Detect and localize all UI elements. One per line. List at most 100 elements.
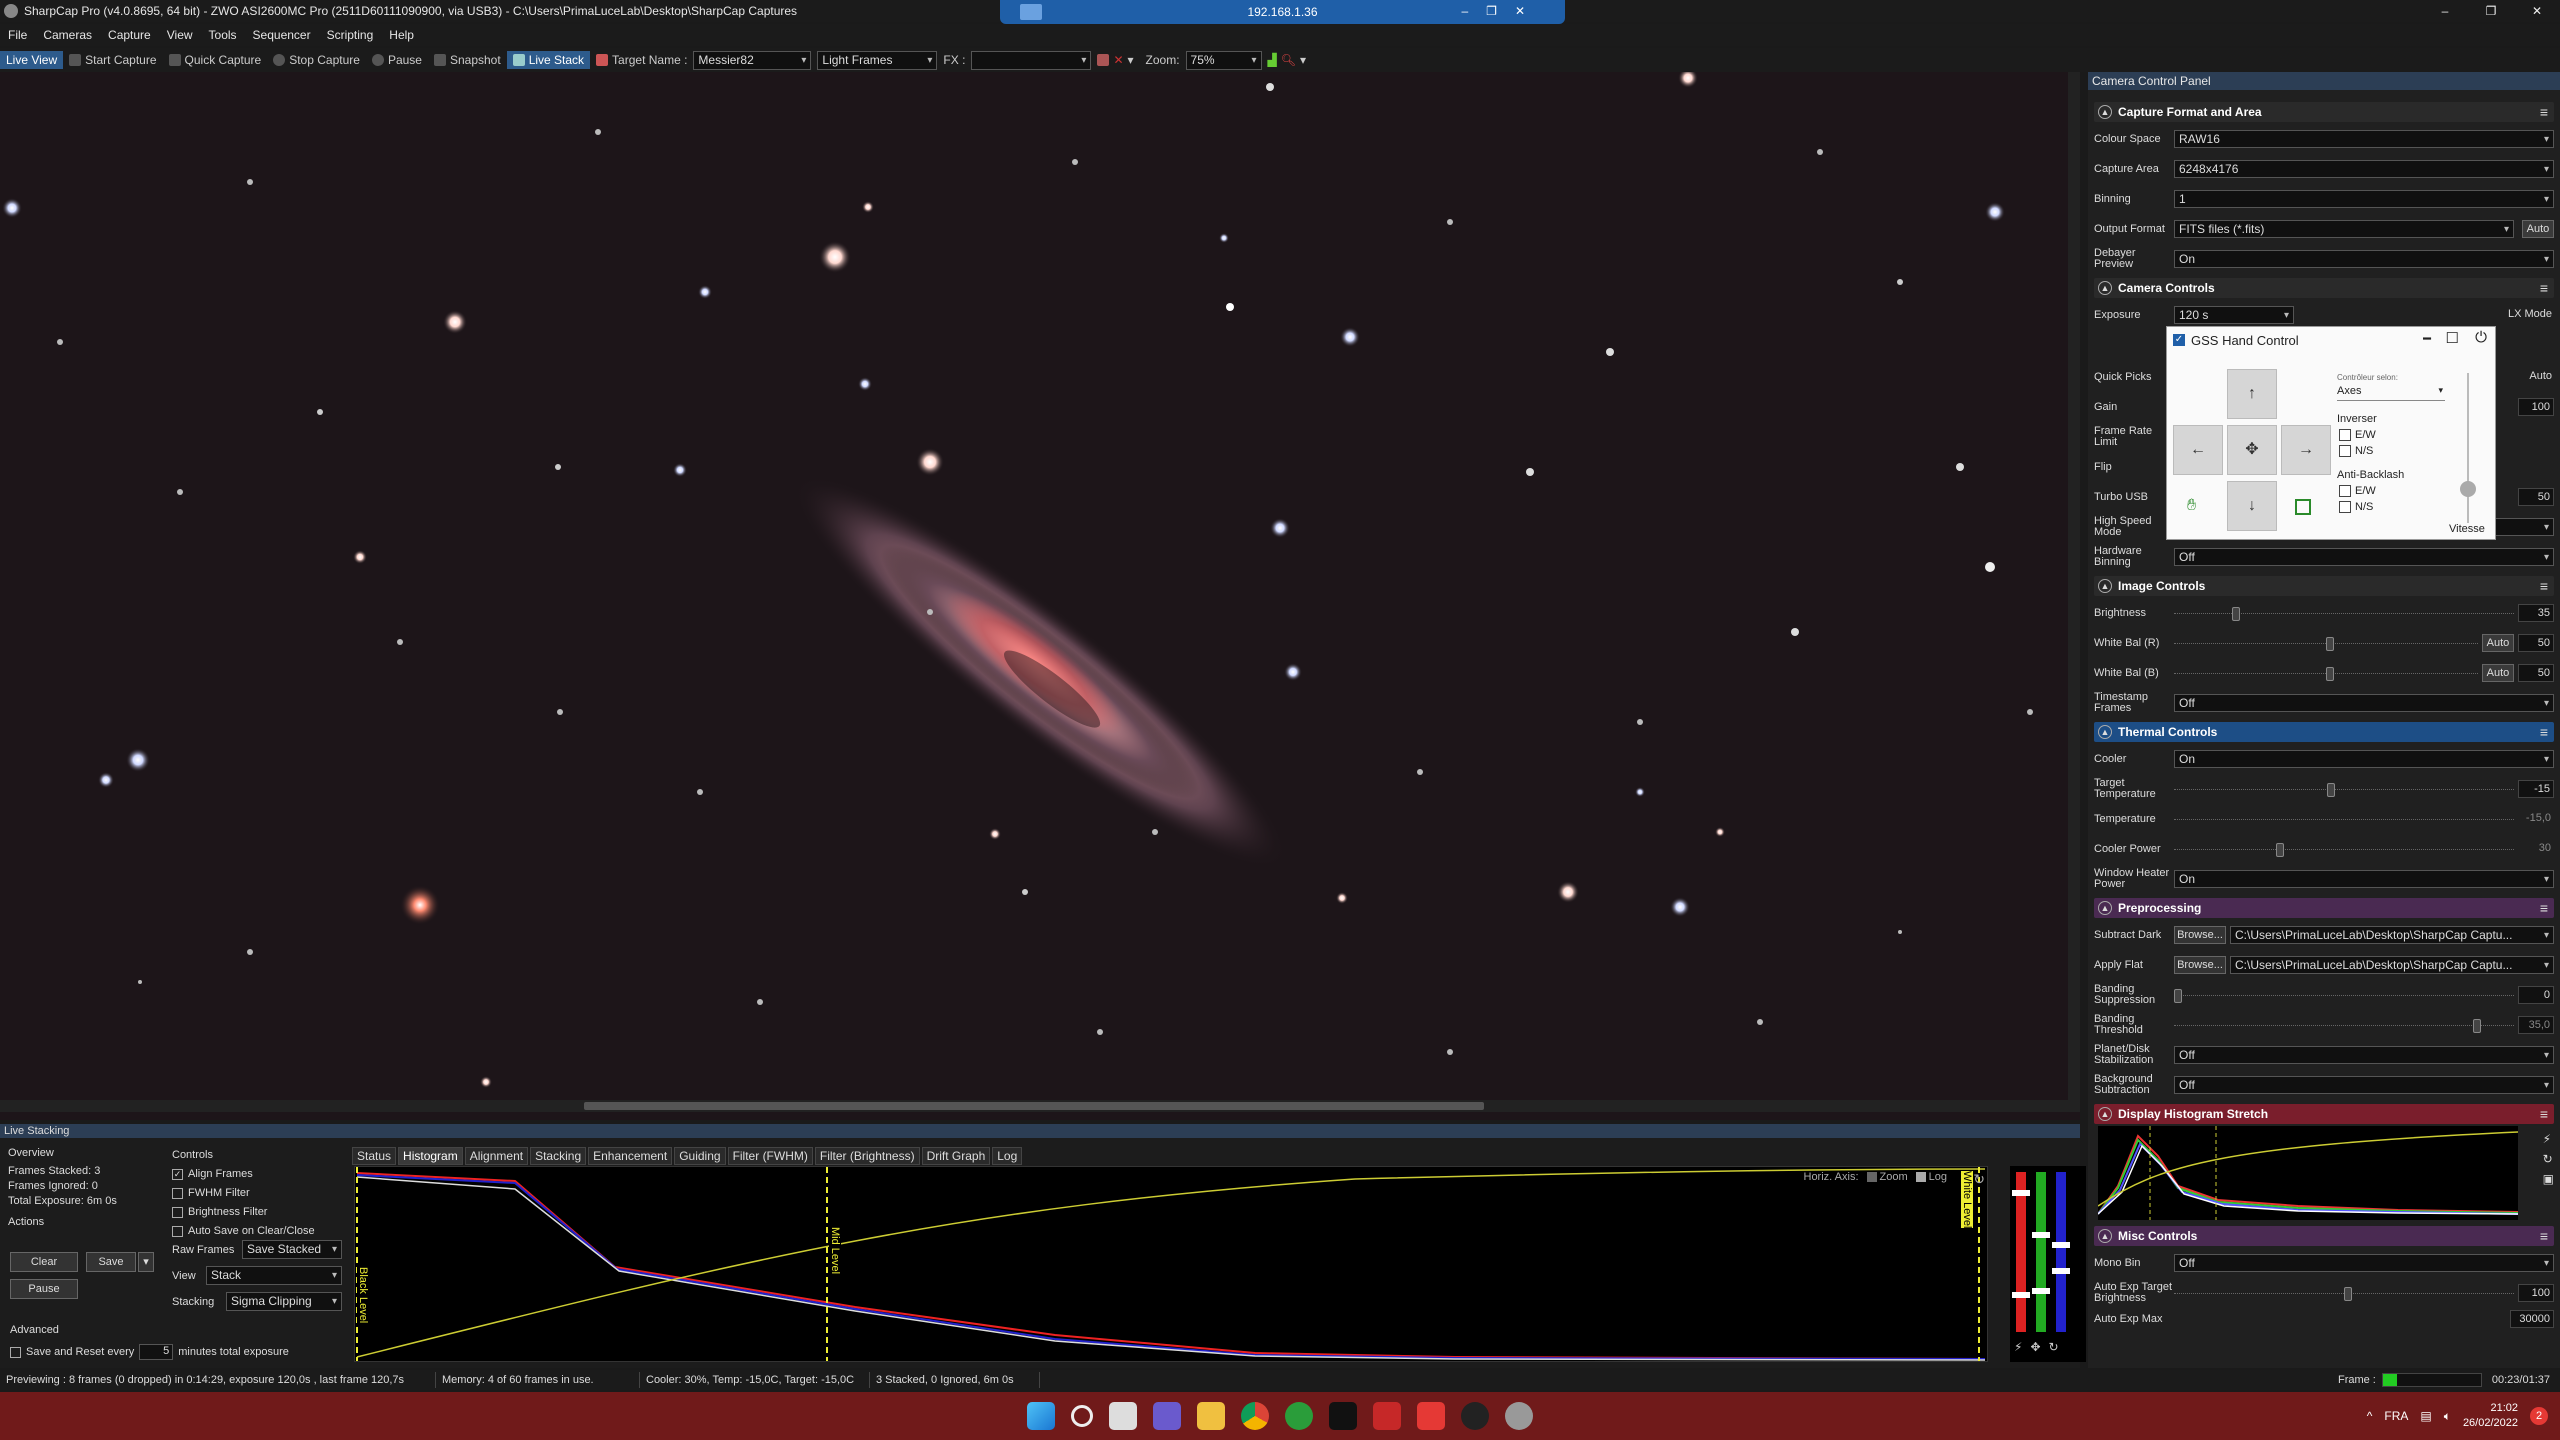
section-menu-icon[interactable]: ≡ [2540, 578, 2548, 594]
section-menu-icon[interactable]: ≡ [2540, 900, 2548, 916]
fx-dropdown-icon[interactable]: ▾ [1128, 53, 1134, 67]
capture-area-select[interactable]: 6248x4176 [2174, 160, 2554, 178]
gss-inverser-ew-checkbox[interactable] [2339, 429, 2351, 441]
gss-center-button[interactable]: ✥ [2227, 425, 2277, 475]
blue-slider-knob-low[interactable] [2052, 1268, 2070, 1274]
gss-minimize-icon[interactable]: ━ [2423, 331, 2431, 347]
live-view-button[interactable]: Live View [0, 51, 64, 69]
auto-exp-target-value[interactable]: 100 [2518, 1284, 2554, 1302]
quick-picks-auto-checkbox[interactable]: Auto [2529, 370, 2552, 382]
gss-backlash-ns-checkbox[interactable] [2339, 501, 2351, 513]
auto-exp-target-slider[interactable] [2174, 1287, 2514, 1301]
image-viewport[interactable] [0, 72, 2080, 1120]
stacking-select[interactable]: Sigma Clipping [226, 1292, 342, 1311]
auto-balance-icon[interactable]: ⚡︎ [2014, 1340, 2022, 1354]
green-slider[interactable] [2032, 1172, 2050, 1332]
gss-backlash-ew[interactable]: E/W [2339, 485, 2376, 497]
cooler-select[interactable]: On [2174, 750, 2554, 768]
menu-help[interactable]: Help [381, 28, 422, 42]
brightness-slider[interactable] [2174, 607, 2514, 621]
white-bal-b-knob[interactable] [2326, 667, 2334, 681]
pattern-app-icon[interactable] [1417, 1402, 1445, 1430]
menu-tools[interactable]: Tools [201, 28, 245, 42]
white-bal-r-auto-button[interactable]: Auto [2482, 634, 2514, 652]
banding-suppression-slider[interactable] [2174, 989, 2514, 1003]
dark-app-icon[interactable] [1461, 1402, 1489, 1430]
auto-exp-max-value[interactable]: 30000 [2510, 1310, 2554, 1328]
viewport-horizontal-scrollbar[interactable] [0, 1100, 2068, 1112]
menu-scripting[interactable]: Scripting [319, 28, 382, 42]
gss-power-icon[interactable]: ⏻ [2475, 329, 2487, 346]
tab-stacking[interactable]: Stacking [530, 1147, 587, 1165]
zoom-checkbox[interactable] [1866, 1172, 1877, 1182]
white-bal-b-value[interactable]: 50 [2518, 664, 2554, 682]
gss-enable-checkbox[interactable]: ✓ [2173, 334, 2185, 346]
display-histogram-panel[interactable]: ⚡︎ ↻ ▣ [2094, 1126, 2554, 1222]
tray-chevron-icon[interactable]: ^ [2367, 1409, 2373, 1423]
tab-drift-graph[interactable]: Drift Graph [921, 1147, 991, 1165]
fx-select[interactable] [971, 50, 1092, 70]
auto-save-checkbox[interactable] [172, 1226, 183, 1237]
target-temperature-knob[interactable] [2327, 783, 2335, 797]
clock[interactable]: 21:02 26/02/2022 [2463, 1401, 2518, 1431]
tab-enhancement[interactable]: Enhancement [588, 1147, 673, 1165]
output-auto-button[interactable]: Auto [2522, 220, 2554, 238]
log-toggle[interactable]: Log [1915, 1171, 1947, 1183]
section-menu-icon[interactable]: ≡ [2540, 104, 2548, 120]
minimize-button[interactable]: – [2422, 0, 2468, 22]
timestamp-select[interactable]: Off [2174, 694, 2554, 712]
green-slider-knob[interactable] [2032, 1232, 2050, 1238]
balance-move-icon[interactable]: ✥ [2030, 1340, 2040, 1354]
task-view-icon[interactable] [1109, 1402, 1137, 1430]
section-menu-icon[interactable]: ≡ [2540, 1228, 2548, 1244]
target-temperature-value[interactable]: -15 [2518, 780, 2554, 798]
view-select[interactable]: Stack [206, 1266, 342, 1285]
save-options-dropdown[interactable]: ▾ [138, 1252, 154, 1272]
auto-exp-target-knob[interactable] [2344, 1287, 2352, 1301]
gss-speed-slider-knob[interactable] [2460, 481, 2476, 497]
subtract-dark-browse-button[interactable]: Browse... [2174, 926, 2226, 944]
gss-inverser-ns[interactable]: N/S [2339, 445, 2373, 457]
x-app-icon[interactable] [1329, 1402, 1357, 1430]
start-capture-button[interactable]: Start Capture [63, 51, 162, 69]
chrome-icon[interactable] [1241, 1402, 1269, 1430]
pause-button[interactable]: Pause [366, 51, 428, 69]
gss-target-icon[interactable] [2295, 499, 2311, 515]
brightness-value[interactable]: 35 [2518, 604, 2554, 622]
fwhm-filter-row[interactable]: FWHM Filter [172, 1184, 315, 1203]
blue-slider[interactable] [2052, 1172, 2070, 1332]
zoom-toggle[interactable]: Zoom [1866, 1171, 1908, 1183]
align-frames-checkbox[interactable]: ✓ [172, 1169, 183, 1180]
brightness-filter-checkbox[interactable] [172, 1207, 183, 1218]
zoom-select[interactable]: 75% [1185, 50, 1262, 70]
windows-start-icon[interactable] [1027, 1402, 1055, 1430]
stop-capture-button[interactable]: Stop Capture [267, 51, 366, 69]
rdp-restore-button[interactable]: ❐ [1486, 4, 1497, 18]
banding-suppression-knob[interactable] [2174, 989, 2182, 1003]
rdp-close-button[interactable]: ✕ [1515, 4, 1525, 18]
chat-icon[interactable] [1153, 1402, 1181, 1430]
red-slider-knob[interactable] [2012, 1190, 2030, 1196]
preprocessing-section-header[interactable]: ▲ Preprocessing ≡ [2094, 898, 2554, 918]
menu-view[interactable]: View [159, 28, 201, 42]
viewport-vertical-scrollbar[interactable] [2068, 72, 2080, 1112]
gain-value[interactable]: 100 [2518, 398, 2554, 416]
capture-format-section-header[interactable]: ▲ Capture Format and Area ≡ [2094, 102, 2554, 122]
restore-button[interactable]: ❐ [2468, 0, 2514, 22]
planet-stabilization-select[interactable]: Off [2174, 1046, 2554, 1064]
hardware-binning-select[interactable]: Off [2174, 548, 2554, 566]
gss-backlash-ew-checkbox[interactable] [2339, 485, 2351, 497]
banding-threshold-slider[interactable] [2174, 1019, 2514, 1033]
raw-frames-select[interactable]: Save Stacked [242, 1240, 342, 1259]
menu-file[interactable]: File [0, 28, 35, 42]
gss-left-button[interactable]: ← [2173, 425, 2223, 475]
stack-pause-button[interactable]: Pause [10, 1279, 78, 1299]
tab-alignment[interactable]: Alignment [464, 1147, 529, 1165]
background-subtraction-select[interactable]: Off [2174, 1076, 2554, 1094]
fwhm-filter-checkbox[interactable] [172, 1188, 183, 1199]
collapse-icon[interactable]: ▲ [2098, 1229, 2112, 1243]
white-bal-r-value[interactable]: 50 [2518, 634, 2554, 652]
collapse-icon[interactable]: ▲ [2098, 901, 2112, 915]
auto-save-row[interactable]: Auto Save on Clear/Close [172, 1222, 315, 1241]
camera-controls-section-header[interactable]: ▲ Camera Controls ≡ [2094, 278, 2554, 298]
